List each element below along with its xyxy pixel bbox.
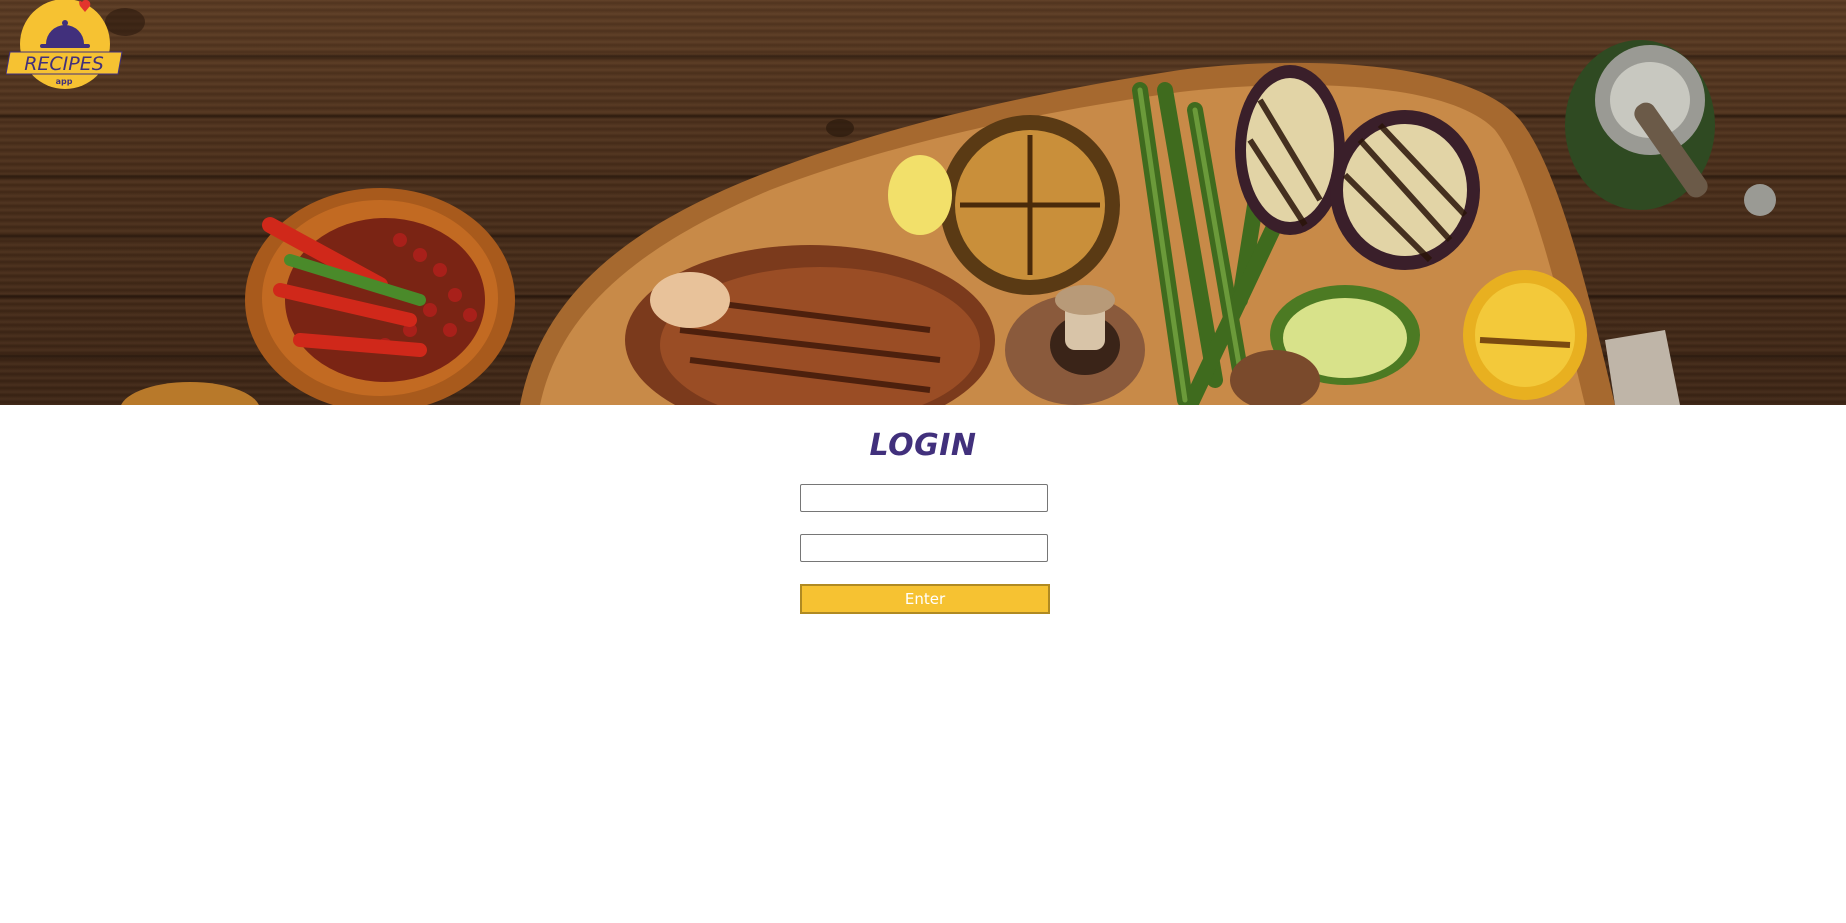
page-title: LOGIN [869, 428, 977, 463]
logo-subtext: app [56, 77, 73, 86]
logo-wordmark: RECIPES [24, 53, 104, 75]
password-input[interactable] [800, 534, 1048, 562]
recipes-app-logo: RECIPES app [5, 0, 124, 92]
email-input[interactable] [800, 484, 1048, 512]
cloche-icon: RECIPES app [5, 0, 123, 89]
food-platter-illustration [105, 8, 1776, 405]
hero-banner-image [0, 0, 1846, 405]
enter-button[interactable]: Enter [800, 584, 1050, 614]
